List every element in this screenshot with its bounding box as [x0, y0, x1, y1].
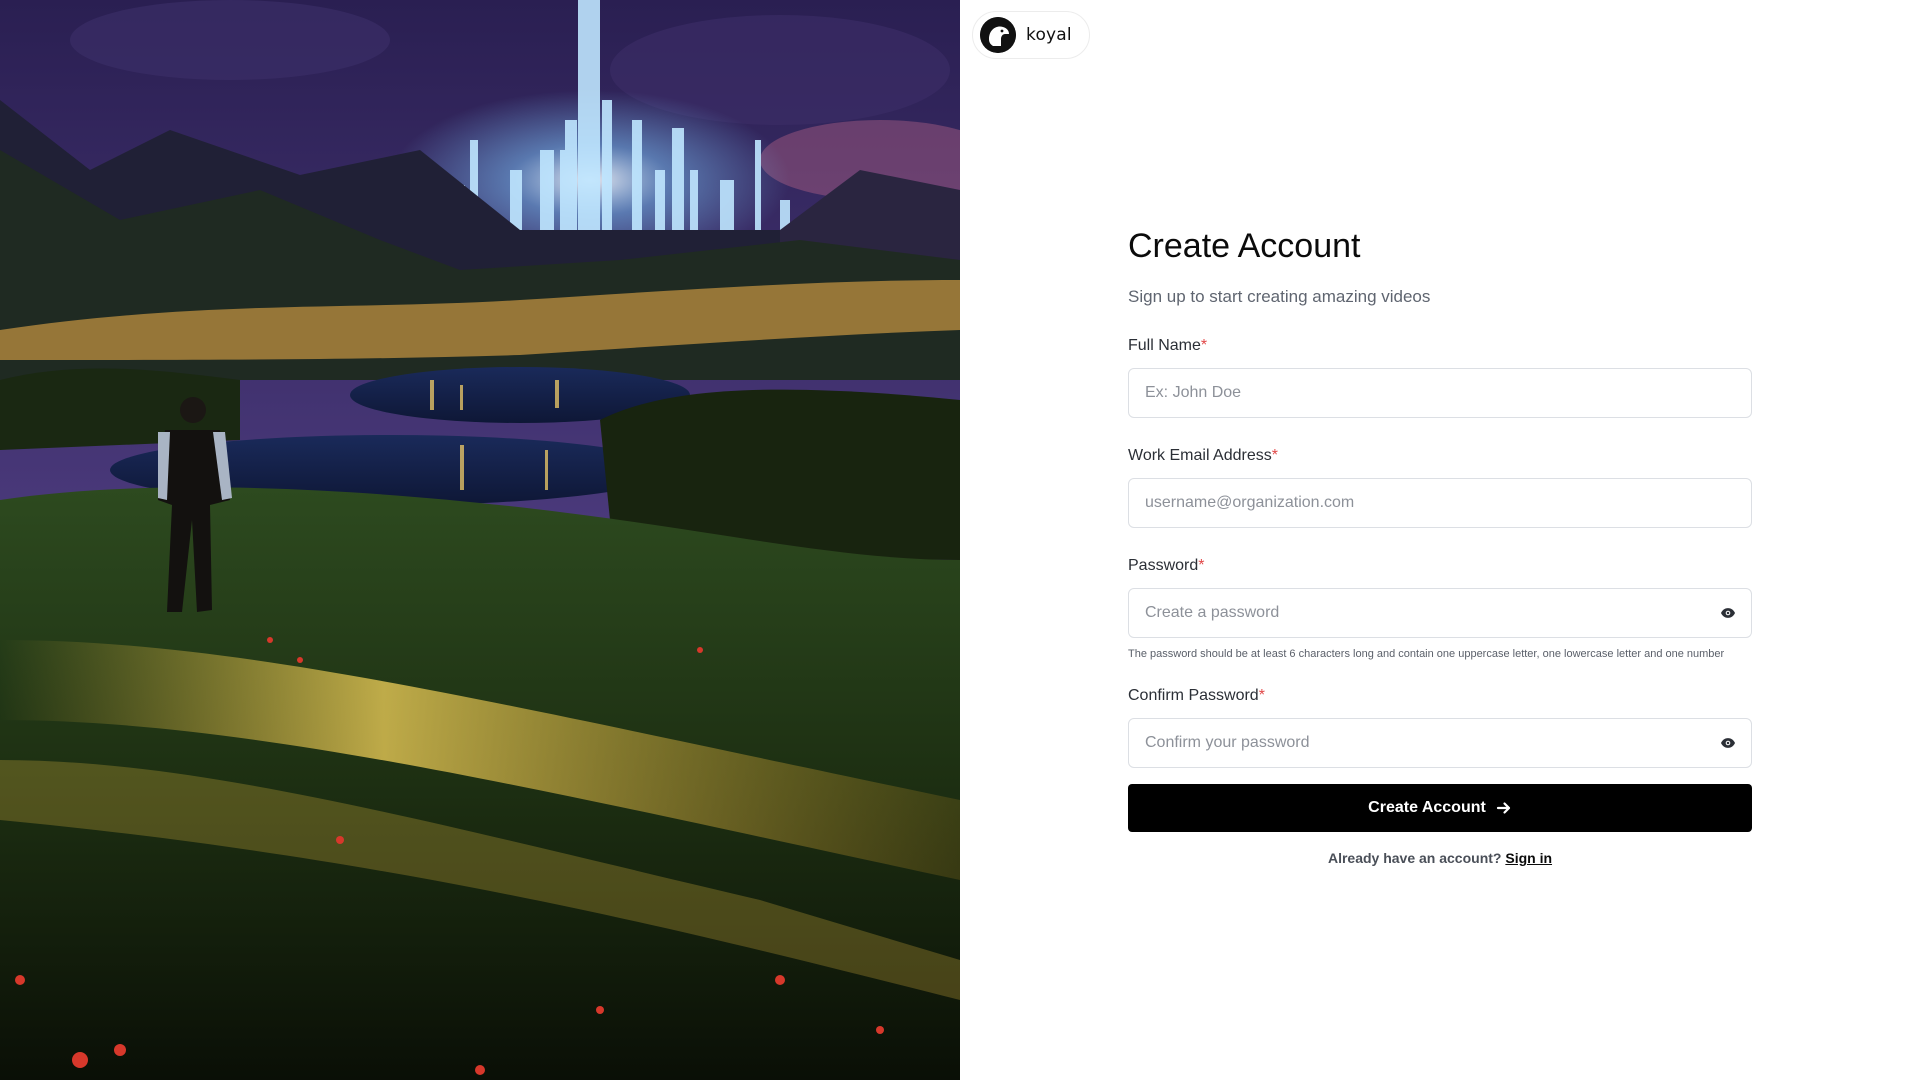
full-name-label: Full Name* — [1128, 337, 1208, 354]
required-mark: * — [1271, 447, 1278, 464]
brand-name: koyal — [1026, 25, 1072, 45]
create-account-label: Create Account — [1368, 799, 1486, 816]
brand-logo-pill[interactable]: koyal — [972, 11, 1090, 59]
email-input[interactable] — [1145, 479, 1737, 527]
required-mark: * — [1198, 557, 1205, 574]
password-input[interactable] — [1145, 589, 1719, 637]
page-title: Create Account — [1128, 227, 1361, 265]
password-field-box — [1128, 588, 1752, 638]
bird-head-icon — [980, 17, 1016, 53]
hero-illustration — [0, 0, 960, 1080]
eye-icon[interactable] — [1719, 604, 1737, 622]
confirm-password-field-box — [1128, 718, 1752, 768]
confirm-password-label: Confirm Password* — [1128, 687, 1265, 704]
email-label: Work Email Address* — [1128, 447, 1278, 464]
email-group: Work Email Address* — [1128, 446, 1752, 528]
signin-link[interactable]: Sign in — [1505, 850, 1552, 866]
password-hint: The password should be at least 6 charac… — [1128, 648, 1725, 660]
password-group: Password* The password should be at leas… — [1128, 556, 1752, 666]
eye-icon[interactable] — [1719, 734, 1737, 752]
signin-prompt: Already have an account? Sign in — [1327, 850, 1553, 866]
full-name-input[interactable] — [1145, 369, 1737, 417]
page-subtitle: Sign up to start creating amazing videos — [1128, 287, 1431, 306]
create-account-button[interactable]: Create Account — [1128, 784, 1752, 832]
confirm-password-input[interactable] — [1145, 719, 1719, 767]
email-field-box — [1128, 478, 1752, 528]
confirm-password-group: Confirm Password* — [1128, 686, 1752, 768]
full-name-group: Full Name* — [1128, 336, 1752, 418]
signup-form: Create Account Sign up to start creating… — [1128, 222, 1752, 866]
password-label: Password* — [1128, 557, 1205, 574]
arrow-right-icon — [1496, 800, 1512, 816]
required-mark: * — [1258, 687, 1265, 704]
required-mark: * — [1200, 337, 1208, 354]
full-name-field-box — [1128, 368, 1752, 418]
